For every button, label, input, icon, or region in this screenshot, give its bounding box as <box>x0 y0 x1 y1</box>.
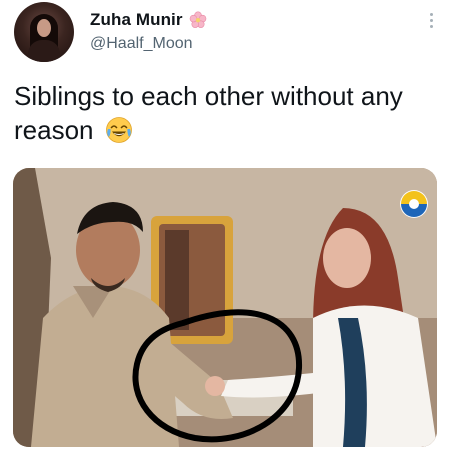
scene-illustration <box>13 168 437 447</box>
author-name-row: Zuha Munir <box>90 10 207 30</box>
cherry-blossom-icon <box>189 11 207 29</box>
author-handle[interactable]: @Haalf_Moon <box>90 35 193 53</box>
geo-tv-logo-icon <box>400 190 428 218</box>
tweet-text: Siblings to each other without any reaso… <box>14 79 434 147</box>
tweet-header: Zuha Munir @Haalf_Moon <box>14 2 444 62</box>
avatar[interactable] <box>14 2 74 62</box>
face-with-tears-of-joy-icon <box>105 116 133 144</box>
author-display-name[interactable]: Zuha Munir <box>90 10 183 30</box>
tweet-media-image[interactable] <box>13 168 437 447</box>
tweet-text-content: Siblings to each other without any reaso… <box>14 81 403 145</box>
more-options-icon[interactable] <box>424 10 438 32</box>
